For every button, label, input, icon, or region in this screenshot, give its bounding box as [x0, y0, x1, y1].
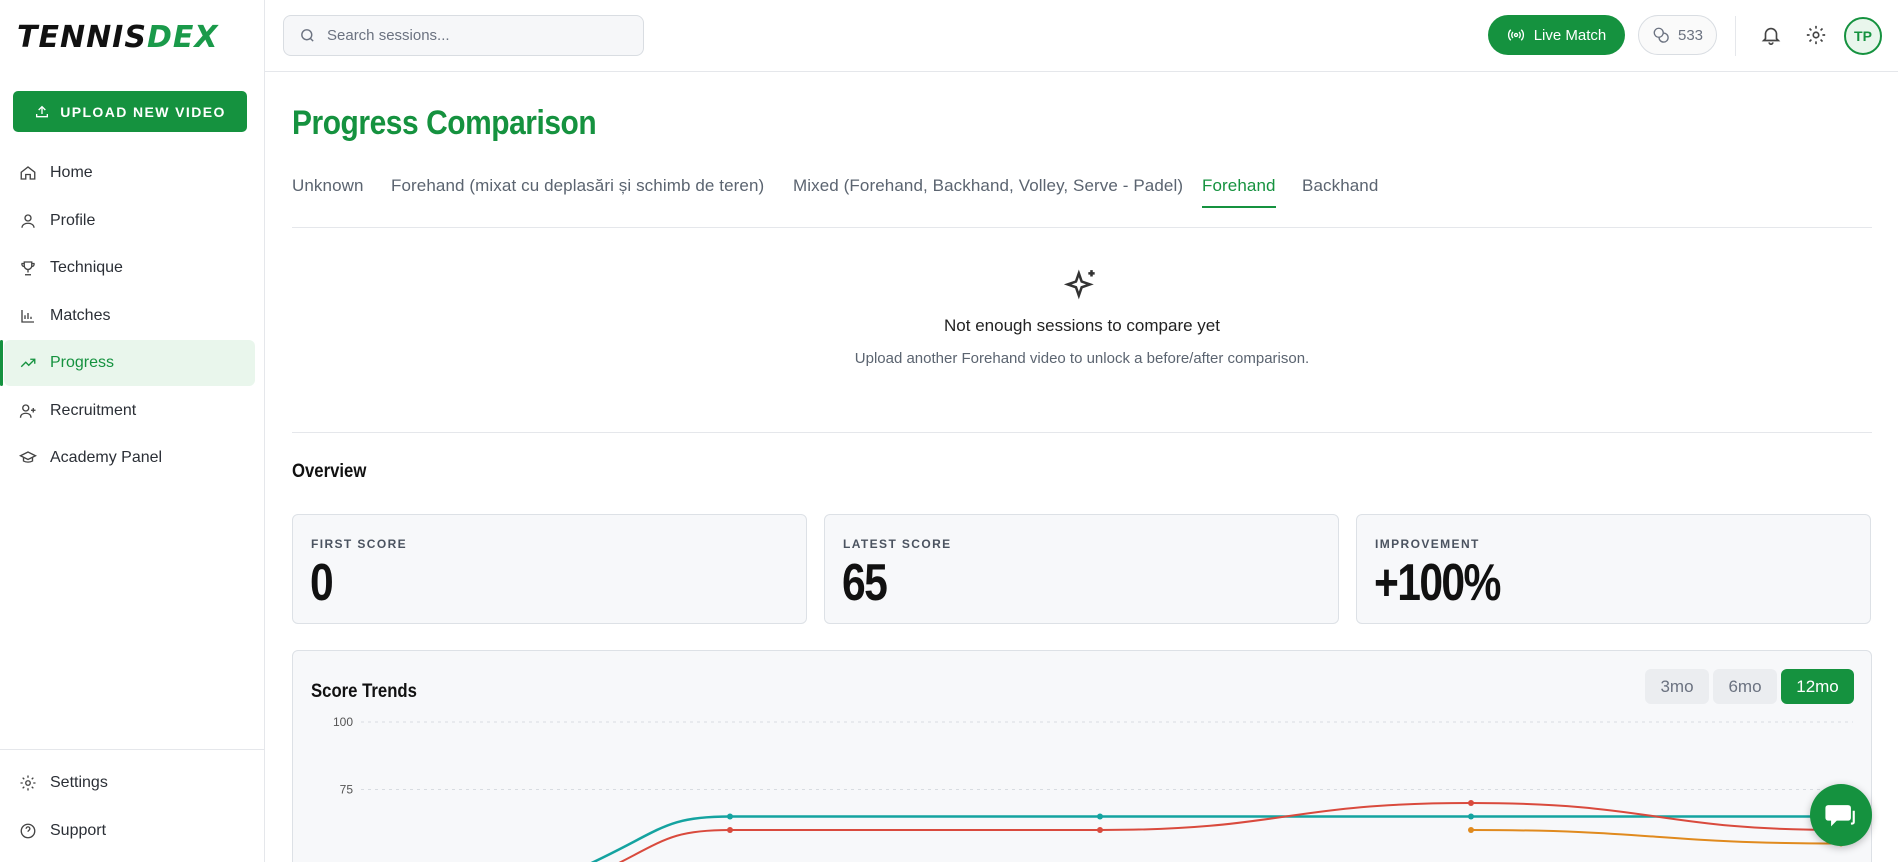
- chat-icon: [1825, 805, 1855, 827]
- data-point[interactable]: [1468, 813, 1474, 820]
- overview-title: Overview: [292, 461, 367, 482]
- data-point[interactable]: [727, 827, 733, 833]
- sidebar-item-progress[interactable]: Progress: [0, 340, 255, 386]
- trending-up-icon: [20, 358, 36, 368]
- live-match-button[interactable]: Live Match: [1488, 15, 1625, 55]
- sidebar-bottom: Settings Support: [0, 749, 265, 855]
- sidebar-item-settings[interactable]: Settings: [4, 760, 261, 806]
- stat-value: +100%: [1374, 554, 1501, 612]
- sidebar-item-technique[interactable]: Technique: [4, 245, 255, 291]
- sidebar-item-label: Home: [50, 164, 93, 181]
- user-plus-icon: [19, 403, 36, 418]
- series-line: [590, 815, 1841, 862]
- app-logo[interactable]: TENNISDEX: [17, 20, 218, 55]
- empty-state-subtitle: Upload another Forehand video to unlock …: [854, 350, 1310, 367]
- stat-card-latest-score: LATEST SCORE 65: [824, 514, 1339, 624]
- stat-card-improvement: IMPROVEMENT +100%: [1356, 514, 1871, 624]
- sparkles-icon: [1063, 269, 1095, 300]
- range-3mo-button[interactable]: 3mo: [1645, 669, 1709, 704]
- stat-card-first-score: FIRST SCORE 0: [292, 514, 807, 624]
- sidebar-item-label: Progress: [50, 354, 115, 371]
- coins-icon: [1653, 27, 1669, 43]
- sidebar-item-label: Matches: [50, 306, 111, 324]
- chat-button[interactable]: [1810, 784, 1872, 846]
- sidebar-item-label: Profile: [50, 211, 96, 229]
- data-point[interactable]: [1468, 827, 1474, 833]
- settings-button[interactable]: [1805, 24, 1829, 48]
- stat-value: 0: [310, 554, 334, 612]
- series-line: [1470, 829, 1842, 845]
- credits-count: 533: [1677, 26, 1704, 44]
- upload-icon: [36, 105, 49, 117]
- sidebar-item-profile[interactable]: Profile: [4, 198, 255, 244]
- search-input[interactable]: [327, 27, 627, 44]
- section-divider: [292, 432, 1872, 433]
- sidebar-item-label: Support: [50, 821, 107, 839]
- stats-row: FIRST SCORE 0 LATEST SCORE 65 IMPROVEMEN…: [292, 514, 1872, 624]
- upload-button-label: UPLOAD NEW VIDEO: [60, 103, 226, 120]
- tab-mixed[interactable]: Mixed (Forehand, Backhand, Volley, Serve…: [793, 176, 1183, 206]
- bar-chart-icon: [21, 309, 34, 323]
- credits-badge[interactable]: 533: [1638, 15, 1717, 55]
- page-title: Progress Comparison: [292, 104, 597, 142]
- graduation-cap-icon: [19, 451, 37, 463]
- stat-label: LATEST SCORE: [843, 537, 952, 551]
- sidebar-item-recruitment[interactable]: Recruitment: [4, 388, 255, 434]
- empty-state-title: Not enough sessions to compare yet: [944, 316, 1220, 335]
- sidebar-item-academy-panel[interactable]: Academy Panel: [4, 435, 255, 481]
- sidebar-item-support[interactable]: Support: [4, 808, 261, 854]
- tab-unknown[interactable]: Unknown: [292, 176, 364, 206]
- notifications-button[interactable]: [1760, 24, 1784, 48]
- live-match-label: Live Match: [1533, 26, 1607, 44]
- home-icon: [20, 166, 36, 180]
- gear-icon: [20, 775, 36, 791]
- search-icon: [301, 29, 314, 42]
- sidebar-item-label: Recruitment: [50, 401, 137, 419]
- empty-state: Not enough sessions to compare yet Uploa…: [292, 267, 1872, 367]
- sidebar-item-home[interactable]: Home: [4, 150, 255, 196]
- tabs-divider: [292, 227, 1872, 228]
- sidebar-nav: Home Profile Technique Matches Progress …: [0, 150, 255, 483]
- y-tick-label: 100: [333, 716, 353, 729]
- bell-icon: [1761, 27, 1781, 45]
- sidebar-item-label: Settings: [50, 774, 108, 791]
- header-divider: [1735, 16, 1736, 56]
- stat-value: 65: [842, 554, 888, 612]
- gear-icon: [1806, 25, 1826, 45]
- upload-new-video-button[interactable]: UPLOAD NEW VIDEO: [13, 91, 247, 132]
- tab-backhand[interactable]: Backhand: [1302, 176, 1378, 206]
- data-point[interactable]: [1097, 813, 1103, 820]
- stat-label: IMPROVEMENT: [1375, 537, 1480, 551]
- range-6mo-button[interactable]: 6mo: [1713, 669, 1777, 704]
- tab-forehand[interactable]: Forehand: [1202, 176, 1276, 208]
- stat-label: FIRST SCORE: [311, 537, 408, 551]
- top-header: Live Match 533 TP: [265, 0, 1898, 72]
- data-point[interactable]: [1097, 827, 1103, 833]
- sidebar-item-label: Technique: [50, 259, 123, 276]
- search-box[interactable]: [283, 15, 644, 56]
- score-trends-card: Score Trends 3mo 6mo 12mo 100 75: [292, 650, 1872, 862]
- sidebar-item-matches[interactable]: Matches: [4, 293, 255, 339]
- y-tick-label: 75: [340, 783, 354, 797]
- score-trends-title: Score Trends: [311, 681, 417, 702]
- help-circle-icon: [20, 823, 36, 838]
- trophy-icon: [21, 261, 35, 276]
- sidebar-item-label: Academy Panel: [50, 449, 163, 466]
- range-12mo-button[interactable]: 12mo: [1781, 669, 1854, 704]
- score-trends-chart: 100 75: [333, 716, 1853, 862]
- data-point[interactable]: [1468, 800, 1474, 806]
- tab-forehand-mixat[interactable]: Forehand (mixat cu deplasări și schimb d…: [391, 176, 764, 206]
- avatar[interactable]: TP: [1844, 17, 1882, 55]
- sidebar: TENNISDEX UPLOAD NEW VIDEO Home Profile …: [0, 0, 265, 862]
- data-point[interactable]: [727, 813, 733, 820]
- series-line: [618, 801, 1842, 862]
- user-icon: [21, 213, 35, 228]
- broadcast-icon: [1507, 29, 1524, 41]
